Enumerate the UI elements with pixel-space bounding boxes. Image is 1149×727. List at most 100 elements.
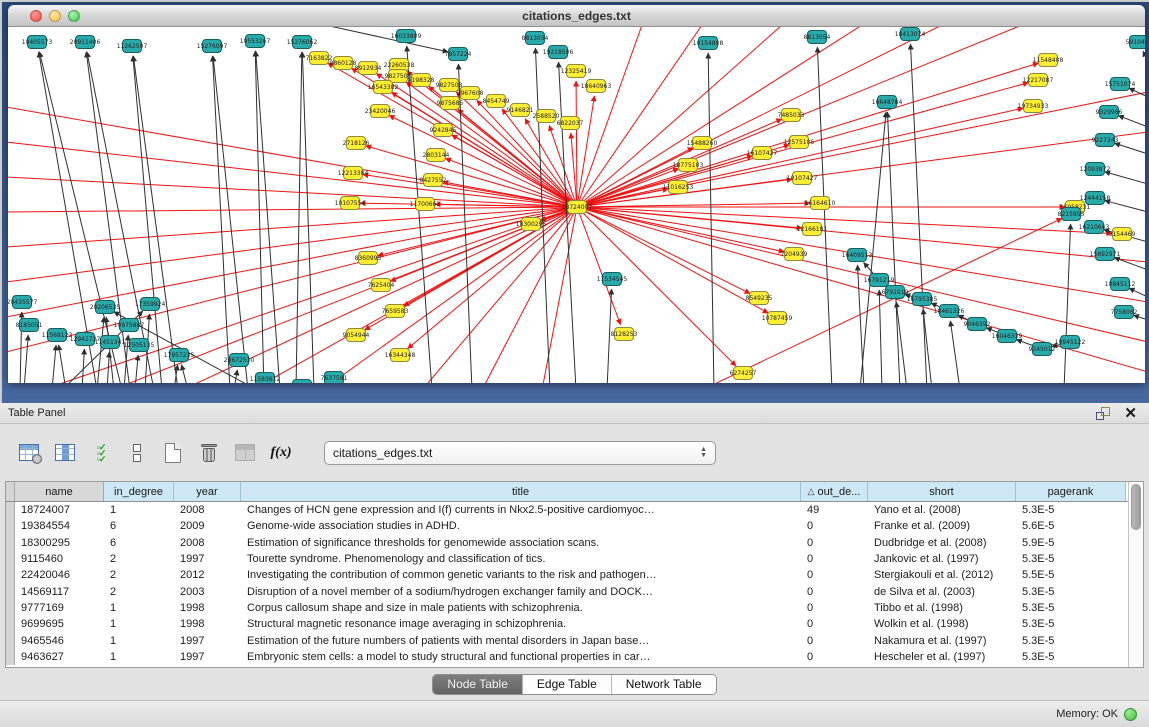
graph-node[interactable]: 7204939 <box>781 248 808 261</box>
graph-node[interactable]: 15488260 <box>687 137 718 150</box>
graph-node[interactable]: 8549235 <box>746 292 773 305</box>
graph-node[interactable]: 16409513 <box>842 249 873 262</box>
citation-graph[interactable]: 1872400771638228860128891293422260538982… <box>8 27 1145 383</box>
graph-node[interactable]: 10553267 <box>240 35 271 48</box>
graph-node[interactable]: 2588520 <box>533 110 560 123</box>
table-row[interactable]: 1830029562008Estimation of significance … <box>6 535 1128 551</box>
table-settings-button[interactable] <box>14 438 44 468</box>
graph-node[interactable]: 16344348 <box>385 349 416 362</box>
float-panel-icon[interactable] <box>1096 407 1110 420</box>
graph-node[interactable]: 12166181 <box>797 223 828 236</box>
graph-node[interactable]: 12213384 <box>338 167 369 180</box>
close-panel-icon[interactable]: ✕ <box>1124 407 1137 420</box>
graph-node[interactable]: 7758062 <box>1111 306 1138 319</box>
column-header-short[interactable]: short <box>868 482 1016 501</box>
column-header-out-degree[interactable]: △ out_de... <box>801 482 868 501</box>
table-row[interactable]: 946554611997Estimation of the future num… <box>6 632 1128 648</box>
graph-node[interactable]: 19734933 <box>1018 100 1049 113</box>
graph-node[interactable]: 7637581 <box>321 372 348 384</box>
tab-network-table[interactable]: Network Table <box>612 675 716 694</box>
column-header-year[interactable]: year <box>174 482 241 501</box>
graph-node[interactable]: 11583612 <box>250 373 281 384</box>
graph-node[interactable]: 9160203 <box>289 380 316 384</box>
graph-node[interactable]: 8813034 <box>522 32 549 45</box>
graph-node[interactable]: 9154469 <box>1109 228 1136 241</box>
graph-node[interactable]: 2803144 <box>423 149 450 162</box>
graph-node[interactable]: 18640963 <box>581 80 612 93</box>
function-builder-button[interactable]: f(x) <box>266 438 296 468</box>
graph-node[interactable]: 12505135 <box>124 339 155 352</box>
create-column-button[interactable] <box>158 438 188 468</box>
graph-node[interactable]: 8128253 <box>611 328 638 341</box>
graph-node[interactable]: 12575105 <box>784 136 815 149</box>
graph-node[interactable]: 7659583 <box>382 305 409 318</box>
graph-node[interactable]: 8198328 <box>408 74 435 87</box>
graph-node[interactable]: 12217087 <box>1023 74 1054 87</box>
graph-node[interactable]: 16164610 <box>805 197 836 210</box>
graph-node[interactable]: 20206535 <box>90 301 121 314</box>
graph-node[interactable]: 8912934 <box>355 62 382 75</box>
scrollbar-thumb[interactable] <box>1131 484 1141 530</box>
table-row[interactable]: 1938455462009Genome-wide association stu… <box>6 518 1128 534</box>
graph-node[interactable]: 10154808 <box>693 37 724 50</box>
table-row[interactable]: 911546021997Tourette syndrome. Phenomeno… <box>6 551 1128 567</box>
graph-node[interactable]: 11568123 <box>42 329 73 342</box>
column-header-name[interactable]: name <box>15 482 104 501</box>
tab-edge-table[interactable]: Edge Table <box>523 675 612 694</box>
graph-node[interactable]: 16107427 <box>747 147 778 160</box>
table-row[interactable]: 1872400712008Changes of HCN gene express… <box>6 502 1128 518</box>
graph-node[interactable]: 10787459 <box>762 312 793 325</box>
graph-node[interactable]: 10107427 <box>787 172 818 185</box>
zoom-window-icon[interactable] <box>68 10 80 22</box>
graph-node[interactable]: 9245012 <box>1029 343 1056 356</box>
table-row[interactable]: 969969511998Structural magnetic resonanc… <box>6 616 1128 632</box>
graph-node[interactable]: 8360995 <box>355 252 382 265</box>
table-row[interactable]: 2242004622012Investigating the contribut… <box>6 567 1128 583</box>
graph-node[interactable]: 23420046 <box>365 105 396 118</box>
graph-node[interactable]: 12325419 <box>561 65 592 78</box>
graph-node[interactable]: 7625404 <box>368 279 395 292</box>
network-window-titlebar[interactable]: citations_edges.txt <box>8 5 1145 27</box>
graph-node[interactable]: 18413074 <box>895 28 926 41</box>
minimize-window-icon[interactable] <box>49 10 61 22</box>
graph-node[interactable]: 9054944 <box>343 329 370 342</box>
row-height-button[interactable] <box>122 438 152 468</box>
table-scrollbar[interactable] <box>1128 482 1143 667</box>
graph-node[interactable]: 6791919 <box>882 286 909 299</box>
graph-node[interactable]: 5910427 <box>1126 36 1145 49</box>
graph-node[interactable]: 7163822 <box>306 52 333 65</box>
column-header-pagerank[interactable]: pagerank <box>1016 482 1126 501</box>
graph-node[interactable]: 2967608 <box>457 87 484 100</box>
tab-node-table[interactable]: Node Table <box>433 675 523 694</box>
graph-node[interactable]: 6822037 <box>557 117 584 130</box>
close-window-icon[interactable] <box>30 10 42 22</box>
column-header-in-degree[interactable]: in_degree <box>104 482 174 501</box>
graph-node[interactable]: 11548408 <box>1033 54 1064 67</box>
graph-node[interactable]: 8185051 <box>16 319 43 332</box>
column-header-title[interactable]: title <box>241 482 801 501</box>
graph-node[interactable]: 8215955 <box>1058 208 1085 221</box>
graph-node[interactable]: 12093872 <box>1080 163 1111 176</box>
memory-ok-indicator-icon[interactable] <box>1124 708 1137 721</box>
graph-node[interactable]: 9146821 <box>507 104 534 117</box>
graph-node[interactable]: 10107554 <box>335 197 366 210</box>
select-columns-button[interactable]: ▫✓▫✓▫✓ <box>86 438 116 468</box>
graph-node[interactable]: 9329966 <box>1096 106 1123 119</box>
table-row[interactable]: 946362711997Embryonic stem cells: a mode… <box>6 649 1128 665</box>
graph-node[interactable]: 7485033 <box>778 109 805 122</box>
graph-node[interactable]: 8860128 <box>330 57 357 70</box>
graph-node[interactable]: 16210643 <box>1079 221 1110 234</box>
graph-node[interactable]: 8427552 <box>420 174 447 187</box>
graph-node[interactable]: 17359924 <box>135 298 166 311</box>
graph-node[interactable]: 7857224 <box>445 48 472 61</box>
graph-node[interactable]: 10405573 <box>22 36 53 49</box>
graph-node[interactable]: 11262507 <box>117 40 148 53</box>
graph-node[interactable]: 2718126 <box>343 137 370 150</box>
graph-node[interactable]: 9875685 <box>437 97 464 110</box>
network-canvas[interactable]: 1872400771638228860128891293422260538982… <box>8 27 1145 383</box>
graph-node[interactable]: 20911406 <box>70 36 101 49</box>
show-columns-button[interactable] <box>50 438 80 468</box>
graph-node[interactable]: 15276062 <box>287 36 318 49</box>
graph-node[interactable]: 6274257 <box>730 367 757 380</box>
graph-node[interactable]: 11534545 <box>597 273 628 286</box>
